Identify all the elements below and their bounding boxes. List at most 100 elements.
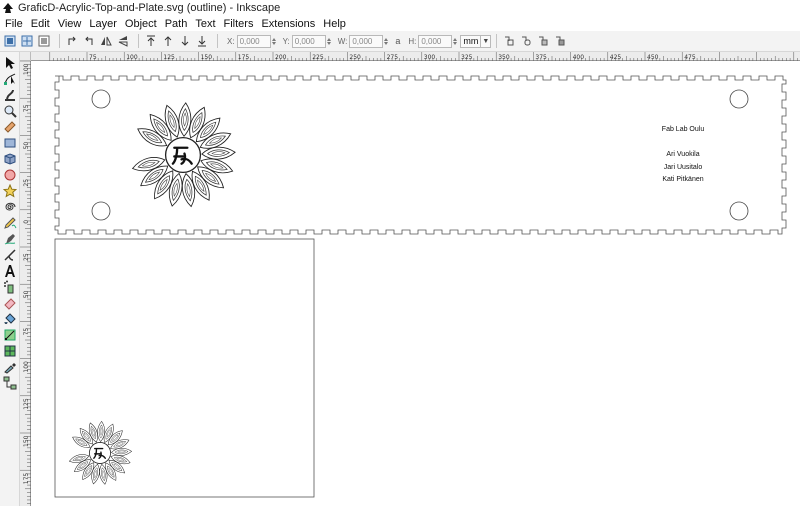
select-all-layers-button[interactable]	[20, 34, 34, 48]
node-tool-icon	[4, 73, 16, 85]
ruler-label: 100	[23, 361, 30, 373]
spiral-tool[interactable]	[2, 199, 18, 215]
x-spinner[interactable]	[271, 35, 277, 48]
toolbar-separator	[138, 34, 139, 48]
eraser-tool[interactable]	[2, 295, 18, 311]
menu-text[interactable]: Text	[191, 18, 219, 30]
lower-icon	[181, 36, 189, 46]
menu-edit[interactable]: Edit	[27, 18, 54, 30]
menu-view[interactable]: View	[54, 18, 86, 30]
select-all-button[interactable]	[3, 34, 17, 48]
window-title: GraficD-Acrylic-Top-and-Plate.svg (outli…	[18, 2, 281, 14]
measure-tool-icon	[4, 121, 16, 133]
spiral-tool-icon	[5, 202, 16, 211]
ruler-label: 75	[23, 104, 30, 112]
canvas[interactable]: Fab Lab Oulu Ari Vuokila Jari Uusitalo K…	[31, 61, 800, 506]
calligraphy-tool[interactable]	[2, 247, 18, 263]
vertical-ruler[interactable]: 100 75 50 25 0 25 50 75 100 125 150 175	[20, 60, 31, 506]
toolbox	[0, 52, 20, 506]
spray-tool[interactable]	[2, 279, 18, 295]
lower-button[interactable]	[178, 34, 192, 48]
menu-filters[interactable]: Filters	[220, 18, 258, 30]
credit-text: Jari Uusitalo	[663, 164, 703, 171]
menu-object[interactable]: Object	[121, 18, 161, 30]
ellipse-tool-icon	[4, 169, 16, 181]
gradient-tool-icon	[4, 329, 16, 341]
unit-select[interactable]: mm ▼	[460, 34, 492, 48]
menu-layer[interactable]: Layer	[85, 18, 121, 30]
measure-tool[interactable]	[2, 119, 18, 135]
rotate-ccw-icon	[68, 36, 76, 45]
h-spinner[interactable]	[452, 35, 458, 48]
lower-to-bottom-button[interactable]	[195, 34, 209, 48]
rotate-cw-button[interactable]	[82, 34, 96, 48]
connector-tool[interactable]	[2, 375, 18, 391]
ruler-label: 100	[126, 54, 138, 61]
rectangle-tool[interactable]	[2, 135, 18, 151]
ruler-label: 75	[23, 328, 30, 336]
raise-button[interactable]	[161, 34, 175, 48]
ruler-label: 200	[275, 54, 287, 61]
menu-path[interactable]: Path	[161, 18, 192, 30]
rotate-cw-icon	[85, 36, 93, 45]
ruler-label: 450	[647, 54, 659, 61]
dropper-tool[interactable]	[2, 359, 18, 375]
tweak-tool[interactable]	[2, 87, 18, 103]
menu-help[interactable]: Help	[319, 18, 350, 30]
flip-horizontal-button[interactable]	[99, 34, 113, 48]
transform-patterns-icon	[556, 36, 565, 46]
transform-gradients-toggle[interactable]	[536, 34, 550, 48]
lock-proportions-toggle[interactable]: a	[395, 36, 400, 46]
menu-extensions[interactable]: Extensions	[257, 18, 319, 30]
tweak-tool-icon	[5, 89, 15, 101]
rotate-ccw-button[interactable]	[65, 34, 79, 48]
horizontal-ruler[interactable]: 75 100 125 150 175 200 225 250 275 300 325 350 375 40…	[31, 52, 800, 61]
toolbar-separator	[59, 34, 60, 48]
h-input[interactable]: 0,000	[418, 34, 453, 48]
mesh-tool-icon	[4, 345, 16, 357]
chevron-down-icon: ▼	[480, 35, 490, 47]
lower-to-bottom-icon	[198, 36, 206, 47]
scale-corners-toggle[interactable]	[519, 34, 533, 48]
x-input[interactable]: 0,000	[236, 34, 271, 48]
deselect-button[interactable]	[37, 34, 51, 48]
select-all-layers-icon	[21, 35, 33, 47]
text-tool[interactable]	[2, 263, 18, 279]
h-label: H:	[408, 36, 417, 46]
ruler-label: 25	[23, 253, 30, 261]
gradient-tool[interactable]	[2, 327, 18, 343]
ruler-label: 175	[238, 54, 250, 61]
transform-patterns-toggle[interactable]	[553, 34, 567, 48]
selector-tool[interactable]	[2, 55, 18, 71]
star-tool[interactable]	[2, 183, 18, 199]
zoom-tool[interactable]	[2, 103, 18, 119]
w-label: W:	[337, 36, 348, 46]
zoom-tool-icon	[4, 105, 17, 118]
ruler-label: 50	[23, 142, 30, 150]
scale-stroke-toggle[interactable]	[502, 34, 516, 48]
paint-bucket-tool[interactable]	[2, 311, 18, 327]
mesh-tool[interactable]	[2, 343, 18, 359]
pencil-tool[interactable]	[2, 215, 18, 231]
text-tool-icon	[5, 265, 15, 277]
flip-horizontal-icon	[101, 36, 112, 46]
ellipse-tool[interactable]	[2, 167, 18, 183]
flower-logo-small	[68, 421, 131, 485]
node-tool[interactable]	[2, 71, 18, 87]
flip-vertical-button[interactable]	[116, 34, 130, 48]
w-spinner[interactable]	[383, 35, 389, 48]
inkscape-logo-icon	[3, 3, 13, 13]
menu-file[interactable]: File	[0, 18, 27, 30]
flip-vertical-icon	[118, 36, 128, 47]
pen-tool-icon	[4, 234, 16, 245]
w-input[interactable]: 0,000	[349, 34, 384, 48]
menu-bar: File Edit View Layer Object Path Text Fi…	[0, 16, 800, 31]
toolbar-separator	[217, 34, 218, 48]
3d-box-tool-icon	[4, 153, 16, 165]
3d-box-tool[interactable]	[2, 151, 18, 167]
connector-tool-icon	[3, 376, 17, 390]
pen-tool[interactable]	[2, 231, 18, 247]
y-input[interactable]: 0,000	[291, 34, 326, 48]
raise-to-top-button[interactable]	[144, 34, 158, 48]
y-spinner[interactable]	[326, 35, 332, 48]
